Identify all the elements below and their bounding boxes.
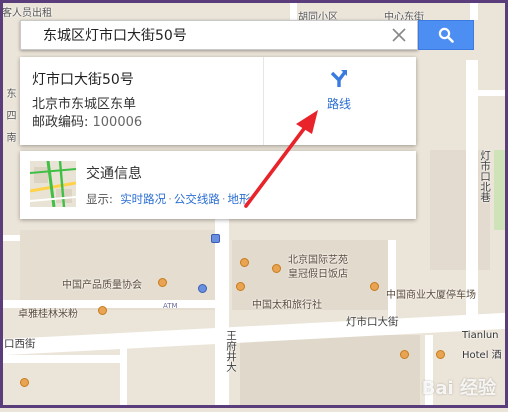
postal-value: 100006	[92, 115, 143, 130]
display-label: 显示:	[86, 192, 113, 206]
card-divider	[263, 57, 264, 145]
close-icon[interactable]	[389, 25, 409, 45]
road-label: 口西街	[4, 338, 36, 350]
place-card: 灯市口大街50号 北京市东城区东单 邮政编码: 100006 路线	[20, 57, 416, 145]
poi-label: 中国商业大厦停车场	[386, 290, 476, 301]
restaurant-poi-icon[interactable]	[20, 378, 29, 387]
route-button[interactable]: 路线	[303, 67, 375, 127]
map-label: 四	[4, 110, 15, 120]
realtime-traffic-link[interactable]: 实时路况	[120, 192, 166, 206]
restaurant-poi-icon[interactable]	[98, 306, 107, 315]
search-input[interactable]	[21, 21, 381, 49]
poi-icon[interactable]	[400, 350, 409, 359]
bank-icon[interactable]	[198, 284, 207, 293]
poi-label: Hotel 酒	[462, 350, 502, 361]
route-label: 路线	[326, 97, 351, 111]
poi-icon[interactable]	[236, 282, 245, 291]
postal-label: 邮政编码:	[32, 115, 93, 130]
road-label: 灯市口北巷	[479, 150, 491, 203]
terrain-link[interactable]: 地形	[228, 192, 251, 206]
separator: ·	[221, 192, 226, 206]
poi-label: 中国产品质量协会	[62, 280, 142, 291]
poi-label: Tianlun	[462, 330, 499, 341]
watermark: Bai 经验	[421, 378, 496, 399]
road-label: 灯市口大街	[346, 316, 399, 328]
poi-label: 皇冠假日饭店	[288, 269, 348, 280]
traffic-options: 显示: 实时路况 · 公交线路 · 地形	[86, 191, 251, 207]
place-postal-code: 邮政编码: 100006	[32, 111, 142, 130]
traffic-card: 交通信息 显示: 实时路况 · 公交线路 · 地形	[20, 151, 416, 219]
traffic-title: 交通信息	[86, 166, 142, 182]
road-label: 王府井大	[225, 330, 237, 372]
place-address: 北京市东城区东单	[32, 97, 137, 112]
poi-label: 北京国际艺苑	[288, 255, 348, 266]
place-title: 灯市口大街50号	[32, 72, 134, 88]
directions-icon	[330, 70, 347, 87]
subway-icon[interactable]	[211, 234, 220, 243]
atm-icon[interactable]: ATM	[163, 302, 178, 310]
transit-link[interactable]: 公交线路	[174, 192, 220, 206]
poi-label: 卓雅桂林米粉	[18, 309, 78, 320]
search-button[interactable]	[418, 20, 474, 50]
hotel-poi-icon[interactable]	[272, 264, 281, 273]
map-label: 东	[4, 88, 15, 98]
map-label: 客人员出租	[2, 8, 52, 19]
traffic-map-thumbnail[interactable]	[30, 161, 76, 207]
parking-poi-icon[interactable]	[370, 282, 379, 291]
separator: ·	[168, 192, 172, 206]
poi-icon[interactable]	[158, 278, 167, 287]
poi-label: 中国太和旅行社	[252, 300, 322, 311]
search-icon	[438, 27, 454, 43]
search-box	[20, 20, 418, 50]
map-label: 南	[4, 132, 15, 142]
hotel-poi-icon[interactable]	[436, 350, 445, 359]
restaurant-poi-icon[interactable]	[240, 258, 249, 267]
